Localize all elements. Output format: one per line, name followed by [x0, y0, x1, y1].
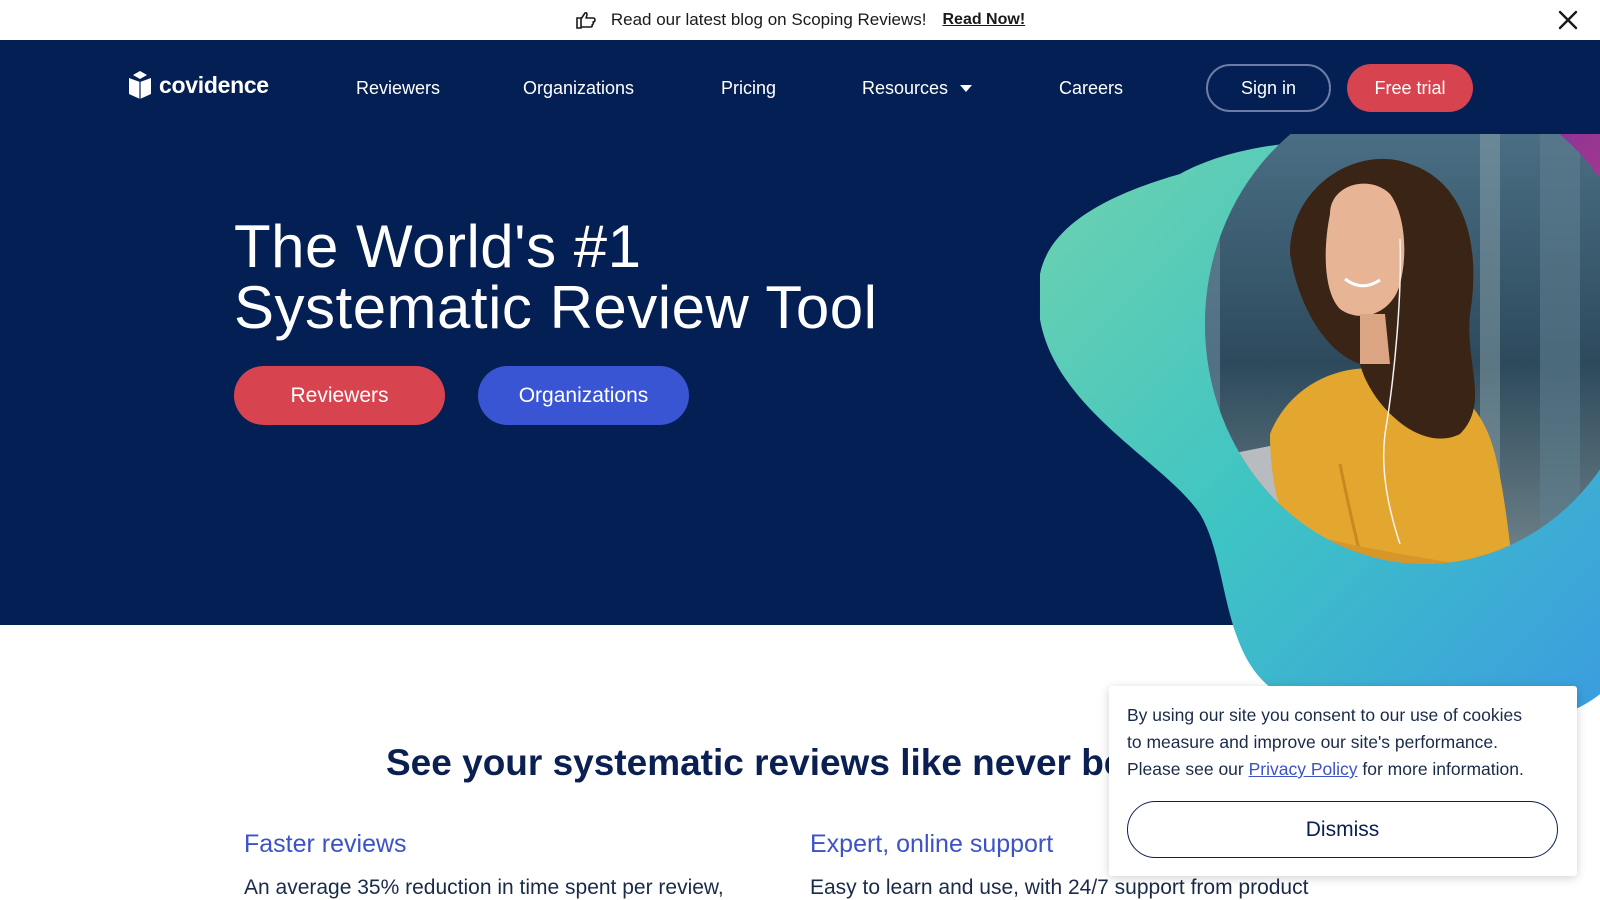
feature-title-expert-support: Expert, online support — [810, 830, 1054, 858]
close-icon[interactable] — [1556, 8, 1580, 32]
privacy-policy-link[interactable]: Privacy Policy — [1249, 759, 1358, 779]
features-heading: See your systematic reviews like never b… — [386, 742, 1195, 783]
chevron-down-icon — [960, 84, 973, 93]
dismiss-button[interactable]: Dismiss — [1127, 801, 1558, 858]
logo-icon — [127, 70, 153, 100]
announcement-bar: Read our latest blog on Scoping Reviews!… — [0, 0, 1600, 40]
feature-title-faster-reviews: Faster reviews — [244, 830, 407, 858]
nav-item-resources-label: Resources — [862, 78, 949, 98]
hero-image — [1040, 134, 1600, 732]
hero-title-line-2: Systematic Review Tool — [234, 274, 878, 341]
cookie-consent-banner: By using our site you consent to our use… — [1109, 686, 1577, 876]
nav-item-resources[interactable]: Resources — [862, 78, 973, 99]
nav-item-organizations[interactable]: Organizations — [523, 78, 634, 99]
brand-name: covidence — [159, 71, 269, 98]
cookie-message-line-1: By using our site you consent to our use… — [1127, 705, 1522, 725]
organizations-button[interactable]: Organizations — [478, 366, 689, 425]
reviewers-button[interactable]: Reviewers — [234, 366, 445, 425]
nav-item-pricing[interactable]: Pricing — [721, 78, 776, 99]
sign-in-button[interactable]: Sign in — [1206, 64, 1331, 112]
free-trial-button[interactable]: Free trial — [1347, 64, 1473, 112]
read-now-link[interactable]: Read Now! — [942, 11, 1025, 29]
feature-text-expert-support: Easy to learn and use, with 24/7 support… — [810, 876, 1309, 899]
top-navigation: covidence Reviewers Organizations Pricin… — [0, 40, 1600, 136]
hero-section: covidence Reviewers Organizations Pricin… — [0, 40, 1600, 732]
announcement-text: Read our latest blog on Scoping Reviews! — [610, 10, 927, 29]
cookie-message: By using our site you consent to our use… — [1127, 702, 1567, 783]
feature-text-faster-reviews: An average 35% reduction in time spent p… — [244, 876, 724, 899]
cookie-message-line-3: Please see our Privacy Policy for more i… — [1127, 756, 1567, 783]
hero-title: The World's #1 Systematic Review Tool — [234, 216, 877, 338]
hero-title-line-1: The World's #1 — [234, 213, 642, 280]
cookie-message-prefix: Please see our — [1127, 759, 1249, 779]
cookie-message-suffix: for more information. — [1357, 759, 1524, 779]
pointing-hand-icon — [575, 9, 597, 31]
cookie-message-line-2: to measure and improve our site's perfor… — [1127, 732, 1499, 752]
covidence-logo[interactable]: covidence — [127, 70, 269, 100]
nav-item-careers[interactable]: Careers — [1059, 78, 1123, 99]
nav-item-reviewers[interactable]: Reviewers — [356, 78, 440, 99]
